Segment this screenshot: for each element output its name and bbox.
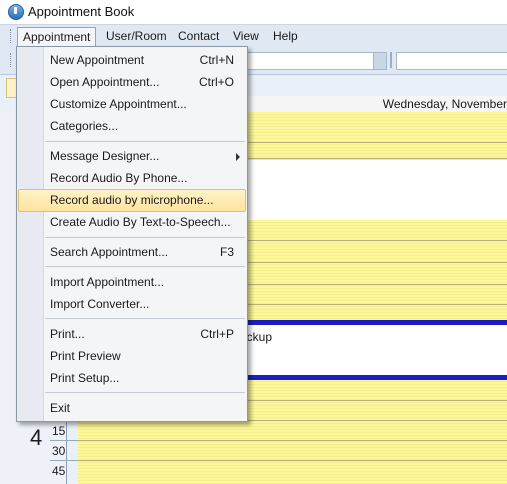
menu-item-record-audio-microphone[interactable]: Record audio by microphone...	[18, 189, 246, 212]
appointment-menu: New Appointment Ctrl+N Open Appointment.…	[16, 46, 248, 422]
toolbar-combo[interactable]	[240, 52, 377, 70]
menu-item-print-setup[interactable]: Print Setup...	[18, 368, 246, 389]
menu-help[interactable]: Help	[268, 27, 303, 45]
menu-item-import-appointment[interactable]: Import Appointment...	[18, 272, 246, 293]
menu-item-print[interactable]: Print... Ctrl+P	[18, 324, 246, 345]
menu-item-import-converter[interactable]: Import Converter...	[18, 294, 246, 315]
submenu-arrow-icon	[236, 153, 240, 161]
menu-user-room[interactable]: User/Room	[101, 27, 172, 45]
menu-item-create-audio-tts[interactable]: Create Audio By Text-to-Speech...	[18, 212, 246, 233]
menu-separator	[45, 237, 245, 238]
toolbar-search-field[interactable]	[396, 52, 507, 70]
menu-item-search-appointment[interactable]: Search Appointment... F3	[18, 242, 246, 263]
menu-separator	[45, 392, 245, 393]
title-bar: Appointment Book	[0, 0, 507, 24]
menu-item-customize-appointment[interactable]: Customize Appointment...	[18, 94, 246, 115]
menu-view[interactable]: View	[228, 27, 264, 45]
minute-divider	[50, 460, 78, 461]
app-icon	[8, 4, 24, 20]
minute-label: 45	[52, 464, 66, 478]
menu-appointment[interactable]: Appointment	[17, 27, 97, 47]
toolbar-grip	[10, 53, 14, 67]
menubar-grip	[10, 29, 14, 43]
window-title: Appointment Book	[28, 4, 135, 19]
slot-line	[78, 460, 507, 461]
menu-separator	[45, 266, 245, 267]
toolbar-separator	[390, 52, 392, 68]
menu-separator	[45, 141, 245, 142]
menu-item-record-audio-phone[interactable]: Record Audio By Phone...	[18, 168, 246, 189]
menu-item-message-designer[interactable]: Message Designer...	[18, 146, 246, 167]
menu-item-new-appointment[interactable]: New Appointment Ctrl+N	[18, 50, 246, 71]
menu-contact[interactable]: Contact	[173, 27, 224, 45]
toolbar-combo-dropdown[interactable]	[373, 52, 387, 70]
minute-label: 30	[52, 444, 66, 458]
menu-separator	[45, 318, 245, 319]
menu-item-print-preview[interactable]: Print Preview	[18, 346, 246, 367]
menu-item-categories[interactable]: Categories...	[18, 116, 246, 137]
menu-item-open-appointment[interactable]: Open Appointment... Ctrl+O	[18, 72, 246, 93]
minute-divider	[50, 440, 78, 441]
slot-line	[78, 440, 507, 441]
minute-label: 15	[52, 424, 66, 438]
menu-item-exit[interactable]: Exit	[18, 398, 246, 419]
hour-label: 4	[30, 425, 43, 450]
